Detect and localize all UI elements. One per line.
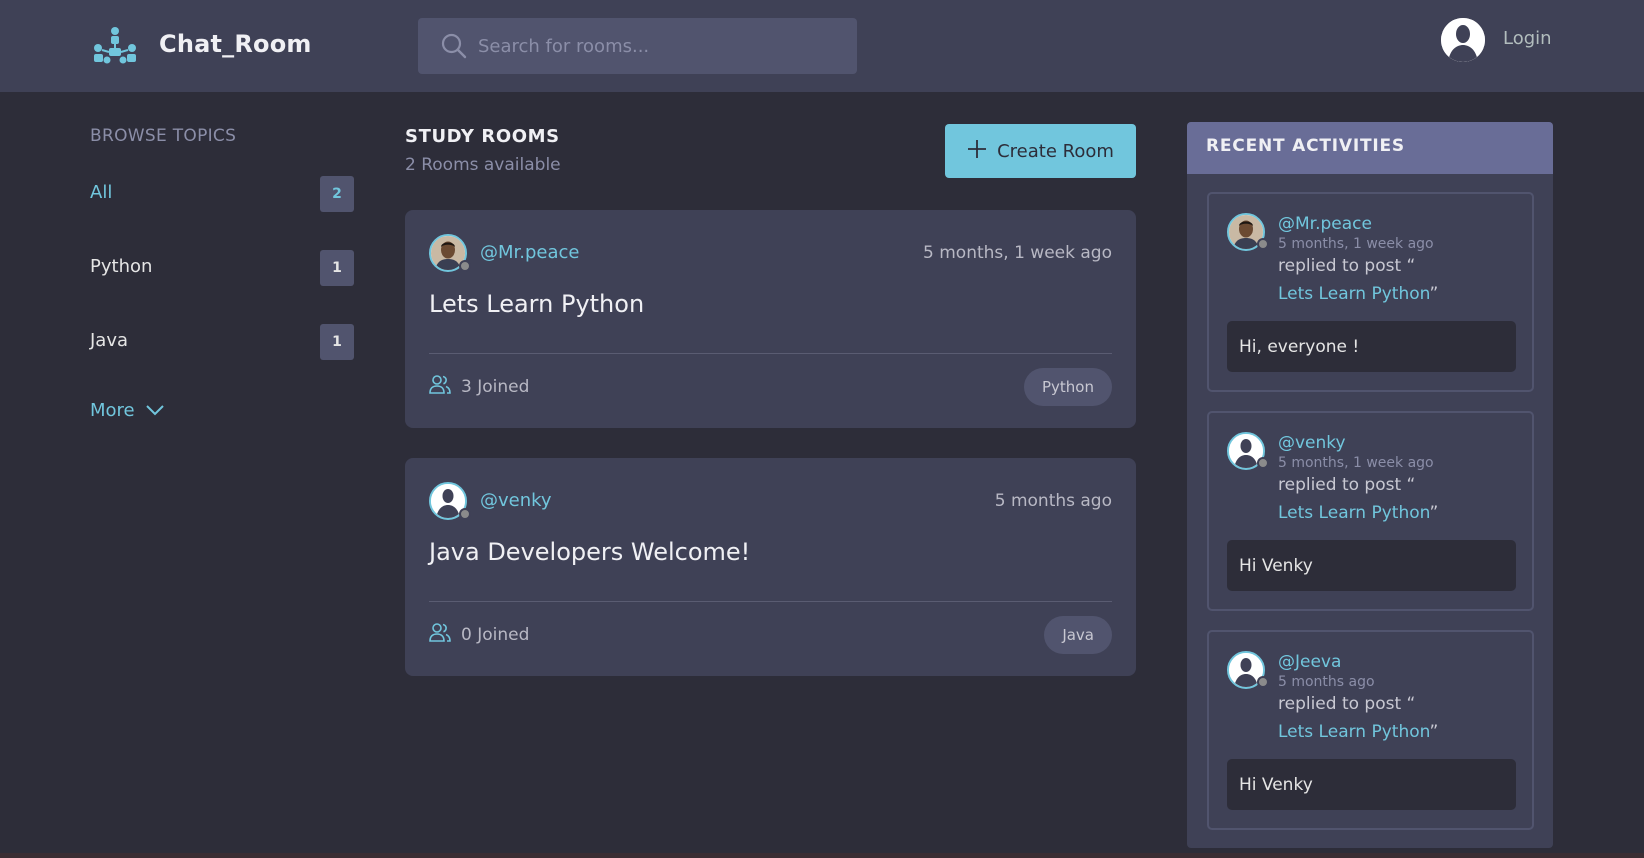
user-avatar-icon[interactable] <box>1441 18 1485 62</box>
activity-timestamp: 5 months, 1 week ago <box>1278 236 1434 252</box>
study-rooms-heading: STUDY ROOMS <box>405 126 560 147</box>
topic-count-badge: 1 <box>320 324 354 360</box>
divider <box>429 353 1112 354</box>
page-bottom-border <box>0 853 1644 858</box>
room-card[interactable]: @venky 5 months ago Java Developers Welc… <box>405 458 1136 676</box>
topic-item-all[interactable]: All 2 <box>90 176 354 212</box>
activity-message: Hi Venky <box>1227 540 1516 591</box>
status-indicator <box>1257 238 1269 250</box>
quote-close: ” <box>1429 503 1439 523</box>
browse-topics-heading: BROWSE TOPICS <box>90 126 237 146</box>
activity-item: @venky 5 months, 1 week ago replied to p… <box>1207 411 1534 611</box>
search-input[interactable] <box>478 18 838 74</box>
more-label: More <box>90 400 135 421</box>
create-room-button[interactable]: Create Room <box>945 124 1136 178</box>
room-card[interactable]: @Mr.peace 5 months, 1 week ago Lets Lear… <box>405 210 1136 428</box>
divider <box>429 601 1112 602</box>
status-indicator <box>459 260 471 272</box>
status-indicator <box>1257 457 1269 469</box>
create-room-label: Create Room <box>997 140 1114 162</box>
activity-user[interactable]: @Mr.peace <box>1278 214 1372 234</box>
joined-count: 3 Joined <box>429 374 529 399</box>
activity-action: replied to post “ <box>1278 694 1416 714</box>
room-timestamp: 5 months, 1 week ago <box>923 243 1112 263</box>
activity-item: @Jeeva 5 months ago replied to post “ Le… <box>1207 630 1534 830</box>
activity-item: @Mr.peace 5 months, 1 week ago replied t… <box>1207 192 1534 392</box>
logo-icon[interactable] <box>92 26 138 66</box>
topic-count-badge: 2 <box>320 176 354 212</box>
activity-post-link[interactable]: Lets Learn Python” <box>1278 284 1438 304</box>
login-link[interactable]: Login <box>1503 28 1552 49</box>
room-title[interactable]: Java Developers Welcome! <box>429 538 750 566</box>
topic-name: Python <box>90 256 153 277</box>
post-title: Lets Learn Python <box>1278 722 1430 742</box>
status-indicator <box>459 508 471 520</box>
activity-message: Hi Venky <box>1227 759 1516 810</box>
joined-label: 0 Joined <box>461 624 530 645</box>
recent-activities-panel: RECENT ACTIVITIES @Mr.peace 5 months, 1 … <box>1187 122 1553 848</box>
joined-label: 3 Joined <box>461 376 530 397</box>
status-indicator <box>1257 676 1269 688</box>
room-topic-tag[interactable]: Python <box>1024 368 1112 406</box>
activity-action: replied to post “ <box>1278 475 1416 495</box>
room-timestamp: 5 months ago <box>994 491 1112 511</box>
activity-post-link[interactable]: Lets Learn Python” <box>1278 722 1438 742</box>
activity-action: replied to post “ <box>1278 256 1416 276</box>
post-title: Lets Learn Python <box>1278 503 1430 523</box>
rooms-available-count: 2 Rooms available <box>405 155 561 175</box>
topic-name: All <box>90 182 113 203</box>
search-icon <box>440 32 468 60</box>
quote-close: ” <box>1429 722 1439 742</box>
quote-close: ” <box>1429 284 1439 304</box>
top-navbar: Chat_Room Login <box>0 0 1644 92</box>
topic-name: Java <box>90 330 129 351</box>
room-author[interactable]: @Mr.peace <box>480 242 580 263</box>
room-title[interactable]: Lets Learn Python <box>429 290 644 318</box>
room-author[interactable]: @venky <box>480 490 552 511</box>
activity-post-link[interactable]: Lets Learn Python” <box>1278 503 1438 523</box>
users-icon <box>429 622 451 647</box>
activity-message: Hi, everyone ! <box>1227 321 1516 372</box>
recent-activities-heading: RECENT ACTIVITIES <box>1187 122 1553 174</box>
brand-name[interactable]: Chat_Room <box>159 30 312 58</box>
users-icon <box>429 374 451 399</box>
topic-count-badge: 1 <box>320 250 354 286</box>
more-topics-button[interactable]: More <box>90 400 165 421</box>
topic-item-java[interactable]: Java 1 <box>90 324 354 360</box>
activity-timestamp: 5 months ago <box>1278 674 1375 690</box>
search-bar[interactable] <box>418 18 857 74</box>
activity-timestamp: 5 months, 1 week ago <box>1278 455 1434 471</box>
joined-count: 0 Joined <box>429 622 529 647</box>
activity-user[interactable]: @venky <box>1278 433 1346 453</box>
plus-icon <box>967 139 987 164</box>
chevron-down-icon <box>145 400 165 421</box>
post-title: Lets Learn Python <box>1278 284 1430 304</box>
activity-user[interactable]: @Jeeva <box>1278 652 1341 672</box>
topic-item-python[interactable]: Python 1 <box>90 250 354 286</box>
room-topic-tag[interactable]: Java <box>1044 616 1112 654</box>
